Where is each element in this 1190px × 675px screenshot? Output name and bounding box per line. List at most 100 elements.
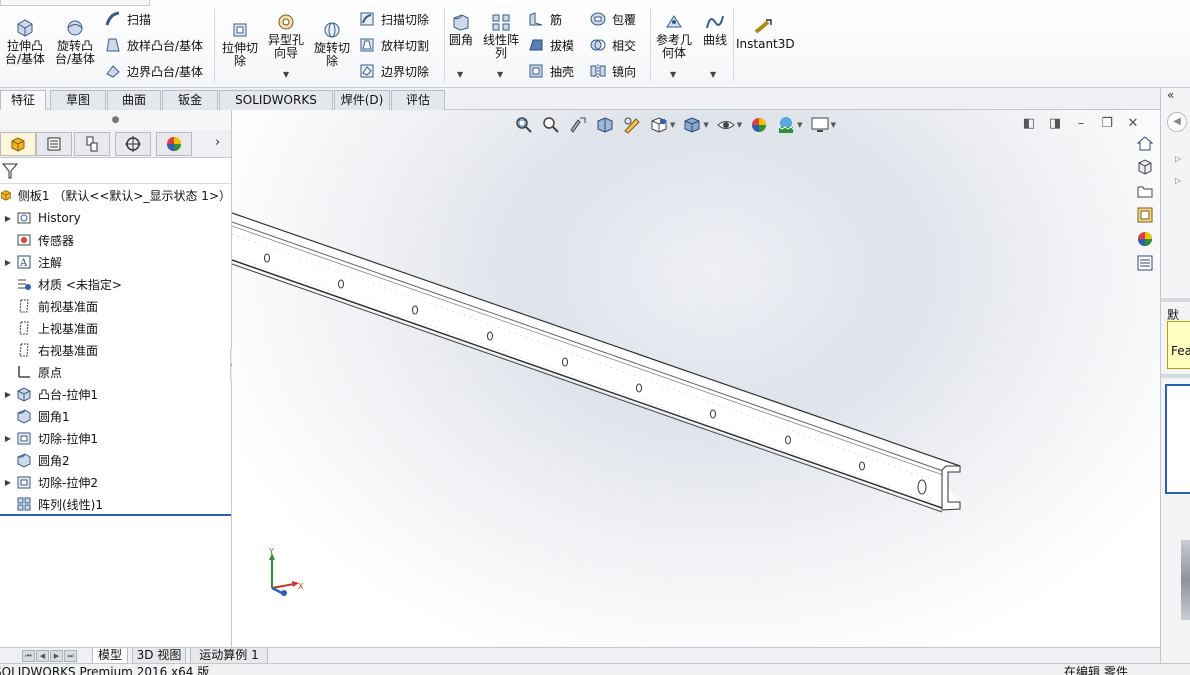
tree-item[interactable]: ▶ 切除-拉伸2 xyxy=(0,471,231,493)
hole-wizard-button[interactable]: 异型孔 向导 xyxy=(264,12,308,60)
tree-item[interactable]: 材质 <未指定> xyxy=(0,273,231,295)
reference-geometry-button[interactable]: 参考几 何体 xyxy=(654,12,694,60)
expand-arrow-icon[interactable]: ▶ xyxy=(0,258,16,267)
fillet-button[interactable]: 圆角 xyxy=(446,12,476,47)
filter-icon[interactable] xyxy=(2,162,18,180)
curves-dropdown-icon[interactable]: ▼ xyxy=(710,70,716,79)
tree-item[interactable]: 原点 xyxy=(0,361,231,383)
display-manager-icon xyxy=(167,137,181,151)
tab-sketch[interactable]: 草图 xyxy=(50,90,106,110)
linear-pattern-dropdown-icon[interactable]: ▼ xyxy=(497,70,503,79)
tab-model[interactable]: 模型 xyxy=(92,648,128,664)
next-tab-icon[interactable]: ▶ xyxy=(50,650,63,662)
tree-item[interactable]: 传感器 xyxy=(0,229,231,251)
boundary-cut-label: 边界切除 xyxy=(381,64,430,79)
instant3d-button[interactable]: Instant3D xyxy=(736,18,795,51)
tab-mbd[interactable]: SOLIDWORKS MBD xyxy=(219,90,333,125)
expand-arrow-icon[interactable]: ▶ xyxy=(0,478,16,487)
reference-geometry-label: 参考几 何体 xyxy=(655,33,692,60)
panel-grip[interactable]: ● xyxy=(0,110,231,130)
status-left-text: SOLIDWORKS Premium 2016 x64 版 xyxy=(0,665,210,675)
intersect-button[interactable]: 相交 xyxy=(589,33,636,57)
task-pane-appearances-tab[interactable] xyxy=(1133,228,1157,250)
task-pane-custom-properties-tab[interactable] xyxy=(1133,252,1157,274)
panel-tabs: › xyxy=(0,130,231,158)
boundary-cut-button[interactable]: 边界切除 xyxy=(358,59,429,83)
first-tab-icon[interactable]: ⏮ xyxy=(22,650,35,662)
tab-weldments[interactable]: 焊件(D) xyxy=(334,90,390,110)
display-manager-tab[interactable] xyxy=(156,132,192,156)
graphics-area[interactable]: ▼ ▼ ▼ ▼ ▼ ◧ ◨ – ❐ ✕ Y X xyxy=(232,110,1160,647)
extrude-cut-button[interactable]: 拉伸切 除 xyxy=(219,20,261,68)
hole-wizard-dropdown-icon[interactable]: ▼ xyxy=(283,70,289,79)
task-pane-back-button[interactable]: ◀ xyxy=(1167,112,1187,132)
swept-boss-button[interactable]: 扫描 xyxy=(104,7,151,31)
linear-pattern-button[interactable]: 线性阵 列 xyxy=(480,12,522,60)
tab-features[interactable]: 特征 xyxy=(0,90,46,110)
tree-item[interactable]: 上视基准面 xyxy=(0,317,231,339)
reference-geometry-dropdown-icon[interactable]: ▼ xyxy=(670,70,676,79)
tab-sheet-metal[interactable]: 钣金 xyxy=(162,90,218,110)
rib-button[interactable]: 筋 xyxy=(527,7,562,31)
pane-tree-expand-icon[interactable]: ▷ xyxy=(1175,176,1181,185)
feature-manager-tab[interactable] xyxy=(0,132,36,156)
ribbon-separator xyxy=(733,8,734,82)
revolve-cut-button[interactable]: 旋转切 除 xyxy=(311,20,353,68)
tab-motion-study[interactable]: 运动算例 1 xyxy=(190,648,268,664)
panel-tabs-more-icon[interactable]: › xyxy=(215,135,220,150)
expand-arrow-icon[interactable]: ▶ xyxy=(0,390,16,399)
extrude-boss-button[interactable]: 拉伸凸 台/基体 xyxy=(2,16,48,66)
dimxpert-manager-tab[interactable] xyxy=(115,132,151,156)
tree-item[interactable]: 右视基准面 xyxy=(0,339,231,361)
feature-manager-panel: ● › 侧板1 （默认<<默认>_显示状态 1>） ▶ History 传感器 ▶ A 注… xyxy=(0,110,232,647)
pane-fea-label: Fea xyxy=(1171,344,1190,358)
swept-cut-button[interactable]: 扫描切除 xyxy=(358,7,429,31)
task-pane-resources-tab[interactable] xyxy=(1133,132,1157,154)
annotations-icon: A xyxy=(17,255,31,269)
property-manager-tab[interactable] xyxy=(36,132,72,156)
curves-button[interactable]: 曲线 xyxy=(700,12,730,47)
rollback-bar[interactable] xyxy=(0,514,231,516)
tab-evaluate[interactable]: 评估 xyxy=(391,90,445,110)
task-pane-design-library-tab[interactable] xyxy=(1133,156,1157,178)
wrap-icon xyxy=(590,12,606,26)
tree-item[interactable]: 阵列(线性)1 xyxy=(0,493,231,515)
collapse-pane-icon[interactable]: « xyxy=(1167,88,1174,102)
plane-icon xyxy=(19,321,29,335)
mirror-button[interactable]: 镜向 xyxy=(589,59,636,83)
draft-button[interactable]: 拔模 xyxy=(527,33,574,57)
feature-filter[interactable] xyxy=(0,158,231,184)
tab-3d-views[interactable]: 3D 视图 xyxy=(132,648,186,664)
configuration-manager-tab[interactable] xyxy=(74,132,110,156)
plane-icon xyxy=(19,299,29,313)
expand-arrow-icon[interactable]: ▶ xyxy=(0,214,16,223)
tree-item[interactable]: 圆角1 xyxy=(0,405,231,427)
tree-root-part[interactable]: 侧板1 （默认<<默认>_显示状态 1>） xyxy=(0,184,231,206)
status-right-text: 在编辑 零件 xyxy=(1064,665,1128,675)
tree-item[interactable]: ▶ 凸台-拉伸1 xyxy=(0,383,231,405)
tree-item[interactable]: ▶ History xyxy=(0,207,231,229)
loft-cut-button[interactable]: 放样切割 xyxy=(358,33,429,57)
boundary-boss-button[interactable]: 边界凸台/基体 xyxy=(104,59,203,83)
expand-arrow-icon[interactable]: ▶ xyxy=(0,434,16,443)
loft-boss-button[interactable]: 放样凸台/基体 xyxy=(104,33,203,57)
task-pane-file-explorer-tab[interactable] xyxy=(1133,180,1157,202)
revolve-boss-button[interactable]: 旋转凸 台/基体 xyxy=(52,16,98,66)
last-tab-icon[interactable]: ⏭ xyxy=(64,650,77,662)
tree-item[interactable]: 圆角2 xyxy=(0,449,231,471)
fillet-dropdown-icon[interactable]: ▼ xyxy=(457,70,463,79)
tree-item[interactable]: ▶ A 注解 xyxy=(0,251,231,273)
plane-icon xyxy=(19,343,29,357)
tree-item[interactable]: 前视基准面 xyxy=(0,295,231,317)
wrap-button[interactable]: 包覆 xyxy=(589,7,636,31)
shell-button[interactable]: 抽壳 xyxy=(527,59,574,83)
task-pane-view-palette-tab[interactable] xyxy=(1133,204,1157,226)
ribbon-separator xyxy=(444,8,445,82)
pane-tree-expand-icon[interactable]: ▷ xyxy=(1175,154,1181,163)
pane-tooltip: Fea xyxy=(1167,321,1190,369)
tree-item[interactable]: ▶ 切除-拉伸1 xyxy=(0,427,231,449)
prev-tab-icon[interactable]: ◀ xyxy=(36,650,49,662)
extrude-boss-label: 拉伸凸 台/基体 xyxy=(4,39,46,66)
tab-surfaces[interactable]: 曲面 xyxy=(107,90,161,110)
c-channel-model[interactable] xyxy=(232,110,1160,647)
